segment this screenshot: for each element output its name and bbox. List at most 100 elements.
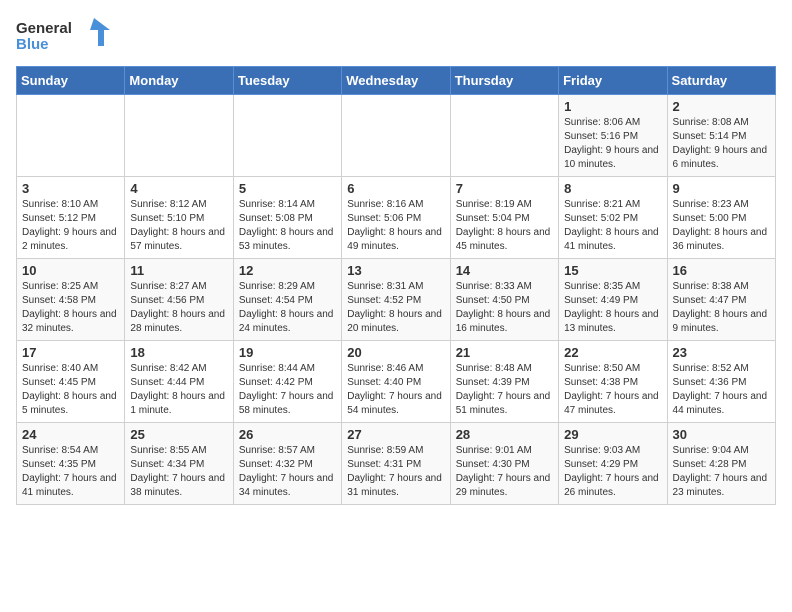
day-number: 21 — [456, 345, 553, 360]
calendar-cell: 10Sunrise: 8:25 AM Sunset: 4:58 PM Dayli… — [17, 259, 125, 341]
day-number: 9 — [673, 181, 770, 196]
day-info: Sunrise: 8:27 AM Sunset: 4:56 PM Dayligh… — [130, 280, 227, 336]
day-info: Sunrise: 8:52 AM Sunset: 4:36 PM Dayligh… — [673, 362, 770, 418]
weekday-header: Monday — [125, 67, 233, 95]
calendar-cell: 21 Sunrise: 8:48 AM Sunset: 4:39 PM Dayli… — [450, 341, 558, 423]
day-info: Sunrise: 8:40 AM Sunset: 4:45 PM Dayligh… — [22, 362, 119, 418]
day-info: Sunrise: 8:21 AM Sunset: 5:02 PM Dayligh… — [564, 198, 661, 254]
day-number: 7 — [456, 181, 553, 196]
day-number: 27 — [347, 427, 444, 442]
calendar-cell: 22 Sunrise: 8:50 AM Sunset: 4:38 PM Dayli… — [559, 341, 667, 423]
calendar-cell: 2 Sunrise: 8:08 AM Sunset: 5:14 PM Daylig… — [667, 95, 775, 177]
calendar-cell: 5 Sunrise: 8:14 AM Sunset: 5:08 PM Daylig… — [233, 177, 341, 259]
weekday-header: Saturday — [667, 67, 775, 95]
day-info: Sunrise: 8:46 AM Sunset: 4:40 PM Dayligh… — [347, 362, 444, 418]
day-info: Sunrise: 8:33 AM Sunset: 4:50 PM Dayligh… — [456, 280, 553, 336]
day-number: 20 — [347, 345, 444, 360]
calendar-cell: 4 Sunrise: 8:12 AM Sunset: 5:10 PM Daylig… — [125, 177, 233, 259]
calendar-week-row: 1 Sunrise: 8:06 AM Sunset: 5:16 PM Daylig… — [17, 95, 776, 177]
calendar-cell: 11 Sunrise: 8:27 AM Sunset: 4:56 PM Dayli… — [125, 259, 233, 341]
day-info: Sunrise: 8:54 AM Sunset: 4:35 PM Dayligh… — [22, 444, 119, 500]
calendar-cell: 27 Sunrise: 8:59 AM Sunset: 4:31 PM Dayli… — [342, 423, 450, 505]
day-number: 12 — [239, 263, 336, 278]
weekday-header: Tuesday — [233, 67, 341, 95]
calendar-cell: 25 Sunrise: 8:55 AM Sunset: 4:34 PM Dayli… — [125, 423, 233, 505]
calendar-cell — [450, 95, 558, 177]
day-number: 2 — [673, 99, 770, 114]
calendar-week-row: 24 Sunrise: 8:54 AM Sunset: 4:35 PM Dayli… — [17, 423, 776, 505]
day-info: Sunrise: 8:55 AM Sunset: 4:34 PM Dayligh… — [130, 444, 227, 500]
page-header: GeneralBlue — [16, 16, 776, 56]
day-number: 29 — [564, 427, 661, 442]
day-number: 4 — [130, 181, 227, 196]
day-info: Sunrise: 8:48 AM Sunset: 4:39 PM Dayligh… — [456, 362, 553, 418]
day-info: Sunrise: 8:16 AM Sunset: 5:06 PM Dayligh… — [347, 198, 444, 254]
calendar-cell: 9 Sunrise: 8:23 AM Sunset: 5:00 PM Daylig… — [667, 177, 775, 259]
calendar-cell: 17 Sunrise: 8:40 AM Sunset: 4:45 PM Dayli… — [17, 341, 125, 423]
day-number: 14 — [456, 263, 553, 278]
day-info: Sunrise: 9:03 AM Sunset: 4:29 PM Dayligh… — [564, 444, 661, 500]
calendar-cell — [342, 95, 450, 177]
calendar-cell: 24 Sunrise: 8:54 AM Sunset: 4:35 PM Dayli… — [17, 423, 125, 505]
day-number: 22 — [564, 345, 661, 360]
day-info: Sunrise: 8:08 AM Sunset: 5:14 PM Dayligh… — [673, 116, 770, 172]
day-number: 24 — [22, 427, 119, 442]
day-info: Sunrise: 8:31 AM Sunset: 4:52 PM Dayligh… — [347, 280, 444, 336]
calendar-cell — [17, 95, 125, 177]
day-info: Sunrise: 8:19 AM Sunset: 5:04 PM Dayligh… — [456, 198, 553, 254]
calendar-cell: 29 Sunrise: 9:03 AM Sunset: 4:29 PM Dayli… — [559, 423, 667, 505]
logo: GeneralBlue — [16, 16, 126, 56]
day-number: 11 — [130, 263, 227, 278]
calendar-cell: 20 Sunrise: 8:46 AM Sunset: 4:40 PM Dayli… — [342, 341, 450, 423]
calendar-cell: 23 Sunrise: 8:52 AM Sunset: 4:36 PM Dayli… — [667, 341, 775, 423]
calendar-header-row: SundayMondayTuesdayWednesdayThursdayFrid… — [17, 67, 776, 95]
day-info: Sunrise: 8:35 AM Sunset: 4:49 PM Dayligh… — [564, 280, 661, 336]
day-number: 18 — [130, 345, 227, 360]
day-info: Sunrise: 8:29 AM Sunset: 4:54 PM Dayligh… — [239, 280, 336, 336]
day-info: Sunrise: 8:59 AM Sunset: 4:31 PM Dayligh… — [347, 444, 444, 500]
calendar-cell: 30Sunrise: 9:04 AM Sunset: 4:28 PM Dayli… — [667, 423, 775, 505]
weekday-header: Friday — [559, 67, 667, 95]
day-number: 30 — [673, 427, 770, 442]
calendar-cell: 15 Sunrise: 8:35 AM Sunset: 4:49 PM Dayli… — [559, 259, 667, 341]
weekday-header: Sunday — [17, 67, 125, 95]
calendar-cell: 13 Sunrise: 8:31 AM Sunset: 4:52 PM Dayli… — [342, 259, 450, 341]
day-number: 15 — [564, 263, 661, 278]
logo-svg: GeneralBlue — [16, 16, 126, 56]
day-number: 13 — [347, 263, 444, 278]
day-number: 23 — [673, 345, 770, 360]
day-number: 5 — [239, 181, 336, 196]
calendar-cell — [233, 95, 341, 177]
day-info: Sunrise: 9:01 AM Sunset: 4:30 PM Dayligh… — [456, 444, 553, 500]
calendar-cell: 26Sunrise: 8:57 AM Sunset: 4:32 PM Dayli… — [233, 423, 341, 505]
day-number: 28 — [456, 427, 553, 442]
day-info: Sunrise: 8:42 AM Sunset: 4:44 PM Dayligh… — [130, 362, 227, 418]
day-number: 8 — [564, 181, 661, 196]
calendar-cell: 16Sunrise: 8:38 AM Sunset: 4:47 PM Dayli… — [667, 259, 775, 341]
calendar-cell: 6Sunrise: 8:16 AM Sunset: 5:06 PM Daylig… — [342, 177, 450, 259]
day-info: Sunrise: 8:23 AM Sunset: 5:00 PM Dayligh… — [673, 198, 770, 254]
calendar-cell: 18 Sunrise: 8:42 AM Sunset: 4:44 PM Dayli… — [125, 341, 233, 423]
calendar-cell: 14 Sunrise: 8:33 AM Sunset: 4:50 PM Dayli… — [450, 259, 558, 341]
day-number: 25 — [130, 427, 227, 442]
day-info: Sunrise: 8:10 AM Sunset: 5:12 PM Dayligh… — [22, 198, 119, 254]
day-number: 1 — [564, 99, 661, 114]
calendar-cell: 7 Sunrise: 8:19 AM Sunset: 5:04 PM Daylig… — [450, 177, 558, 259]
day-info: Sunrise: 8:12 AM Sunset: 5:10 PM Dayligh… — [130, 198, 227, 254]
day-info: Sunrise: 8:14 AM Sunset: 5:08 PM Dayligh… — [239, 198, 336, 254]
day-info: Sunrise: 8:25 AM Sunset: 4:58 PM Dayligh… — [22, 280, 119, 336]
day-number: 19 — [239, 345, 336, 360]
calendar-cell: 12 Sunrise: 8:29 AM Sunset: 4:54 PM Dayli… — [233, 259, 341, 341]
calendar-cell: 3Sunrise: 8:10 AM Sunset: 5:12 PM Daylig… — [17, 177, 125, 259]
day-number: 26 — [239, 427, 336, 442]
calendar-cell: 19Sunrise: 8:44 AM Sunset: 4:42 PM Dayli… — [233, 341, 341, 423]
day-info: Sunrise: 8:50 AM Sunset: 4:38 PM Dayligh… — [564, 362, 661, 418]
calendar-cell: 28 Sunrise: 9:01 AM Sunset: 4:30 PM Dayli… — [450, 423, 558, 505]
calendar-table: SundayMondayTuesdayWednesdayThursdayFrid… — [16, 66, 776, 505]
day-number: 17 — [22, 345, 119, 360]
calendar-week-row: 3Sunrise: 8:10 AM Sunset: 5:12 PM Daylig… — [17, 177, 776, 259]
calendar-cell: 1 Sunrise: 8:06 AM Sunset: 5:16 PM Daylig… — [559, 95, 667, 177]
svg-text:Blue: Blue — [16, 36, 49, 53]
day-info: Sunrise: 8:06 AM Sunset: 5:16 PM Dayligh… — [564, 116, 661, 172]
calendar-week-row: 17 Sunrise: 8:40 AM Sunset: 4:45 PM Dayli… — [17, 341, 776, 423]
